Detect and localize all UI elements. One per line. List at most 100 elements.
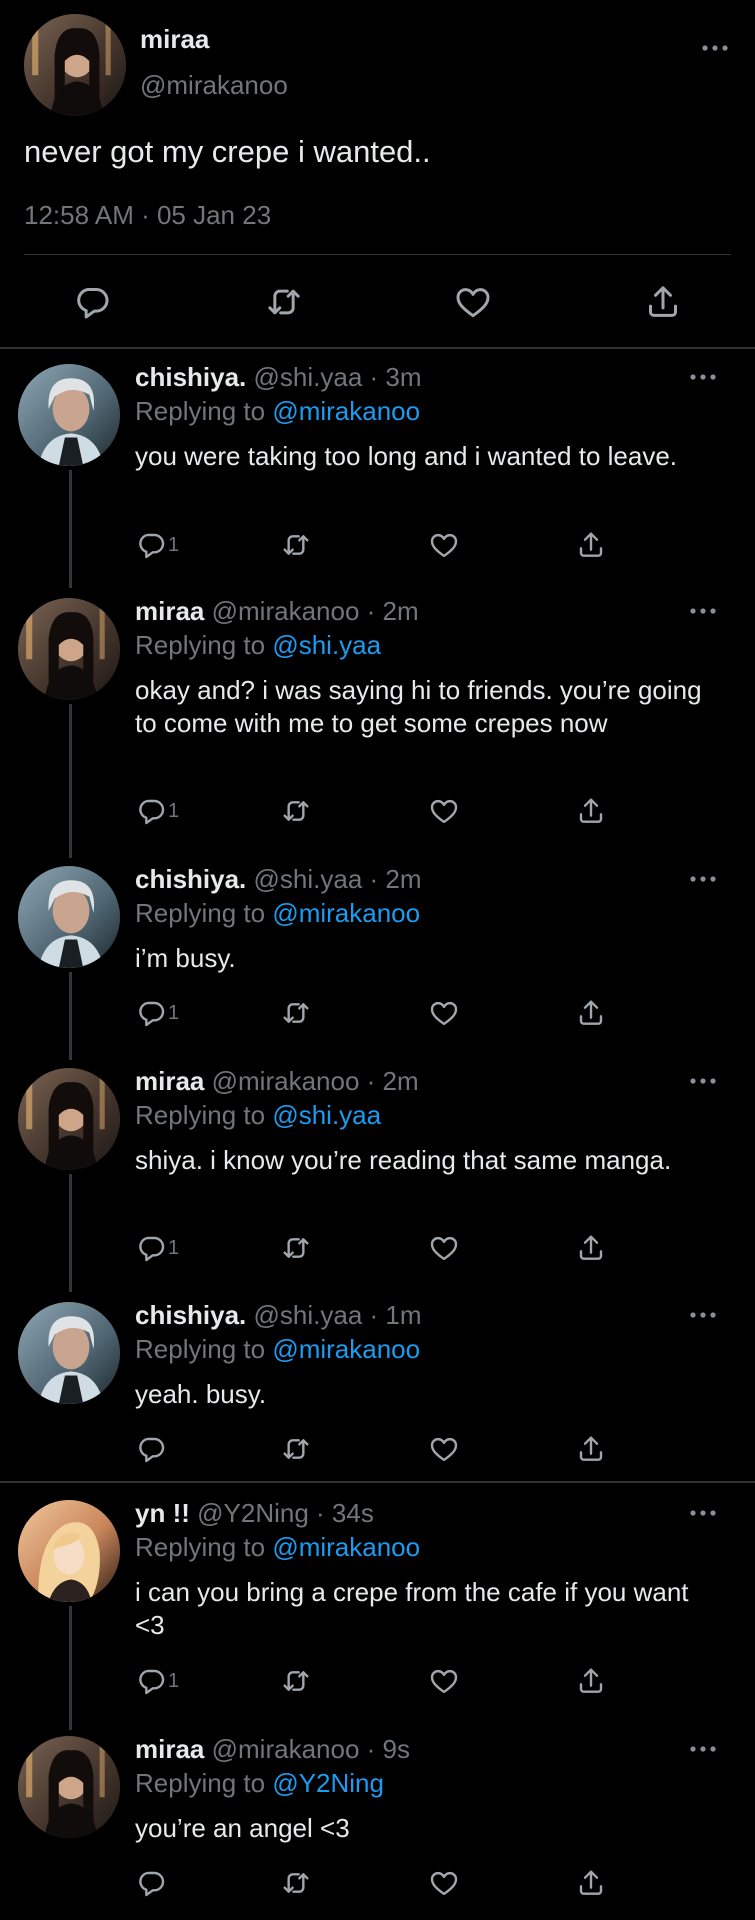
reply-button[interactable] — [72, 282, 112, 322]
share-button[interactable] — [575, 1432, 607, 1466]
mention-link[interactable]: @mirakanoo — [272, 1334, 420, 1364]
like-button[interactable] — [428, 1866, 460, 1900]
author-meta: @shi.yaa · 2m — [253, 864, 422, 894]
reply-button[interactable]: 1 — [135, 1664, 179, 1698]
heart-icon — [428, 795, 460, 827]
mention-link[interactable]: @shi.yaa — [272, 1100, 381, 1130]
more-icon[interactable] — [688, 1310, 718, 1320]
avatar[interactable] — [18, 866, 120, 968]
reply-tweet[interactable]: miraa @mirakanoo · 9s Replying to @Y2Nin… — [0, 1724, 755, 1920]
avatar[interactable] — [18, 364, 120, 466]
reply-icon — [135, 795, 167, 827]
reply-text: i can you bring a crepe from the cafe if… — [135, 1577, 689, 1640]
share-icon — [575, 1232, 607, 1264]
like-button[interactable] — [428, 996, 460, 1030]
reply-text: i’m busy. — [135, 943, 236, 973]
like-button[interactable] — [428, 1231, 460, 1265]
retweet-icon — [280, 529, 312, 561]
author-name[interactable]: chishiya. — [135, 864, 246, 894]
retweet-button[interactable] — [280, 1432, 312, 1466]
main-tweet: miraa @mirakanoo never got my crepe i wa… — [0, 0, 755, 348]
reply-count: 1 — [168, 1669, 180, 1692]
reply-tweet[interactable]: chishiya. @shi.yaa · 3m Replying to @mir… — [0, 352, 755, 584]
author-name[interactable]: miraa — [140, 24, 209, 55]
mention-link[interactable]: @mirakanoo — [272, 396, 420, 426]
retweet-button[interactable] — [280, 794, 312, 828]
share-button[interactable] — [643, 282, 683, 322]
reply-actions — [0, 1866, 755, 1900]
mention-link[interactable]: @mirakanoo — [272, 898, 420, 928]
author-name[interactable]: yn !! — [135, 1498, 190, 1528]
author-meta: @Y2Ning · 34s — [197, 1498, 374, 1528]
reply-actions: 1 — [0, 996, 755, 1030]
reply-actions: 1 — [0, 1231, 755, 1265]
author-name[interactable]: chishiya. — [135, 1300, 246, 1330]
share-button[interactable] — [575, 528, 607, 562]
reply-tweet[interactable]: chishiya. @shi.yaa · 2m Replying to @mir… — [0, 854, 755, 1054]
author-handle[interactable]: @mirakanoo — [140, 70, 288, 101]
reply-actions: 1 — [0, 794, 755, 828]
reply-button[interactable]: 1 — [135, 794, 179, 828]
like-button[interactable] — [428, 528, 460, 562]
tweet-timestamp[interactable]: 12:58 AM · 05 Jan 23 — [24, 200, 271, 231]
reply-icon — [135, 529, 167, 561]
more-icon[interactable] — [688, 606, 718, 616]
mention-link[interactable]: @shi.yaa — [272, 630, 381, 660]
reply-icon — [135, 997, 167, 1029]
reply-icon — [135, 1433, 167, 1465]
reply-button[interactable]: 1 — [135, 996, 179, 1030]
author-name[interactable]: chishiya. — [135, 362, 246, 392]
retweet-button[interactable] — [280, 528, 312, 562]
reply-header: miraa @mirakanoo · 9s — [135, 1734, 410, 1765]
author-name[interactable]: miraa — [135, 1734, 204, 1764]
mention-link[interactable]: @mirakanoo — [272, 1532, 420, 1562]
avatar[interactable] — [24, 14, 126, 116]
like-button[interactable] — [428, 1432, 460, 1466]
more-icon[interactable] — [688, 874, 718, 884]
avatar[interactable] — [18, 598, 120, 700]
share-button[interactable] — [575, 1866, 607, 1900]
heart-icon — [453, 282, 493, 322]
share-button[interactable] — [575, 1231, 607, 1265]
more-icon[interactable] — [688, 1076, 718, 1086]
retweet-icon — [264, 282, 304, 322]
avatar[interactable] — [18, 1500, 120, 1602]
retweet-icon — [280, 1867, 312, 1899]
retweet-icon — [280, 1232, 312, 1264]
like-button[interactable] — [428, 1664, 460, 1698]
like-button[interactable] — [453, 282, 493, 322]
reply-tweet[interactable]: miraa @mirakanoo · 2m Replying to @shi.y… — [0, 586, 755, 848]
reply-button[interactable] — [135, 1432, 168, 1466]
author-name[interactable]: miraa — [135, 596, 204, 626]
share-icon — [575, 1665, 607, 1697]
reply-button[interactable] — [135, 1866, 168, 1900]
avatar[interactable] — [18, 1068, 120, 1170]
avatar[interactable] — [18, 1736, 120, 1838]
reply-button[interactable]: 1 — [135, 1231, 179, 1265]
share-button[interactable] — [575, 1664, 607, 1698]
reply-tweet[interactable]: yn !! @Y2Ning · 34s Replying to @mirakan… — [0, 1488, 755, 1728]
more-icon[interactable] — [688, 1508, 718, 1518]
like-button[interactable] — [428, 794, 460, 828]
mention-link[interactable]: @Y2Ning — [272, 1768, 384, 1798]
replying-to: Replying to @shi.yaa — [135, 630, 381, 661]
share-button[interactable] — [575, 996, 607, 1030]
share-button[interactable] — [575, 794, 607, 828]
retweet-button[interactable] — [264, 282, 304, 322]
retweet-button[interactable] — [280, 996, 312, 1030]
retweet-button[interactable] — [280, 1664, 312, 1698]
author-name[interactable]: miraa — [135, 1066, 204, 1096]
share-icon — [575, 795, 607, 827]
more-icon[interactable] — [688, 372, 718, 382]
reply-tweet[interactable]: miraa @mirakanoo · 2m Replying to @shi.y… — [0, 1056, 755, 1284]
avatar[interactable] — [18, 1302, 120, 1404]
reply-button[interactable]: 1 — [135, 528, 179, 562]
reply-header: chishiya. @shi.yaa · 1m — [135, 1300, 422, 1331]
retweet-button[interactable] — [280, 1866, 312, 1900]
reply-tweet[interactable]: chishiya. @shi.yaa · 1m Replying to @mir… — [0, 1290, 755, 1480]
share-icon — [575, 997, 607, 1029]
retweet-button[interactable] — [280, 1231, 312, 1265]
reply-header: chishiya. @shi.yaa · 3m — [135, 362, 422, 393]
more-icon[interactable] — [700, 43, 730, 53]
more-icon[interactable] — [688, 1744, 718, 1754]
